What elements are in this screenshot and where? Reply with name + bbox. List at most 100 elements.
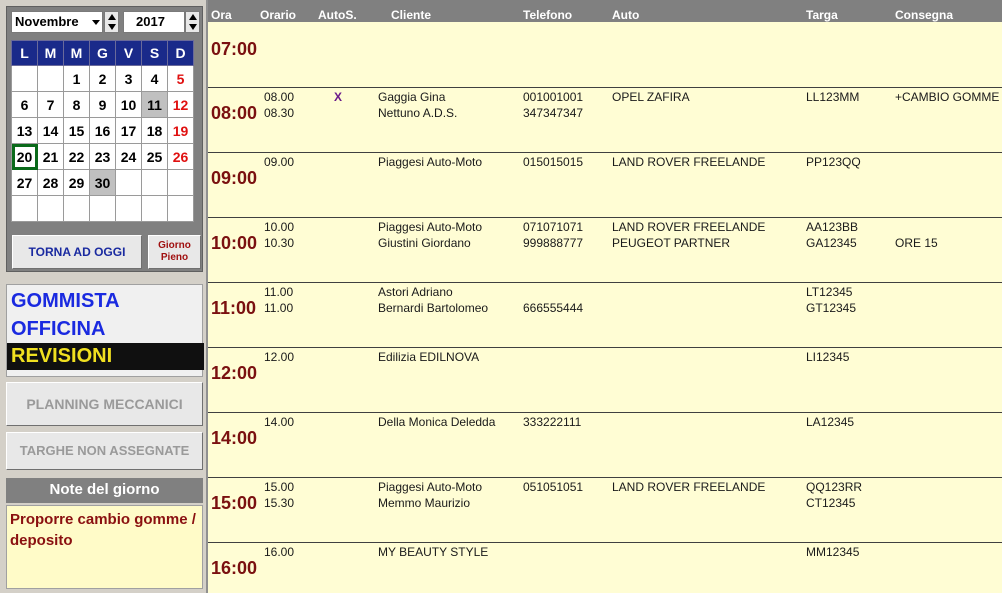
planning-meccanici-button[interactable]: PLANNING MECCANICI [6,382,203,426]
col-telefono[interactable]: Telefono [523,8,572,22]
appointment-targa[interactable]: PP123QQ [806,154,861,170]
calendar-day[interactable]: 5 [167,65,194,92]
appointment-auto[interactable]: LAND ROVER FREELANDE [612,479,765,495]
appointment-telefono[interactable]: 347347347 [523,105,583,121]
time-slot[interactable]: 14:00 14.00 Della Monica Deledda 333222111 L… [208,413,1002,478]
calendar-day[interactable]: 20 [11,143,38,170]
appointment-consegna[interactable]: +CAMBIO GOMME [895,89,999,105]
col-orario[interactable]: Orario [260,8,296,22]
calendar-day[interactable]: 4 [141,65,168,92]
appointment-cliente[interactable]: Della Monica Deledda [378,414,495,430]
calendar-day[interactable]: 11 [141,91,168,118]
appointment-cliente[interactable]: Memmo Maurizio [378,495,470,511]
appointment-cliente[interactable]: Nettuno A.D.S. [378,105,457,121]
appointment-cliente[interactable]: Piaggesi Auto-Moto [378,219,482,235]
appointment-orario[interactable]: 11.00 [264,284,293,300]
calendar-day[interactable]: 1 [63,65,90,92]
calendar-day[interactable]: 18 [141,117,168,144]
appointment-telefono[interactable]: 001001001 [523,89,583,105]
targhe-non-assegnate-button[interactable]: TARGHE NON ASSEGNATE [6,432,203,470]
category-gommista[interactable]: GOMMISTA [7,288,204,315]
appointment-telefono[interactable]: 999888777 [523,235,583,251]
appointment-telefono[interactable]: 333222111 [523,414,581,430]
appointment-targa[interactable]: CT12345 [806,495,855,511]
appointment-orario[interactable]: 08.00 [264,89,294,105]
appointment-targa[interactable]: LA12345 [806,414,854,430]
calendar-day[interactable]: 14 [37,117,64,144]
calendar-day[interactable]: 12 [167,91,194,118]
col-consegna[interactable]: Consegna [895,8,953,22]
calendar-day[interactable]: 6 [11,91,38,118]
appointment-autos[interactable]: X [334,89,342,105]
calendar-day[interactable]: 10 [115,91,142,118]
appointment-targa[interactable]: LI12345 [806,349,849,365]
appointment-orario[interactable]: 10.00 [264,219,294,235]
time-slot[interactable]: 12:00 12.00 Edilizia EDILNOVA LI12345 [208,348,1002,413]
appointment-targa[interactable]: QQ123RR [806,479,862,495]
calendar-day[interactable]: 3 [115,65,142,92]
appointment-cliente[interactable]: MY BEAUTY STYLE [378,544,488,560]
calendar-day[interactable]: 30 [89,169,116,196]
col-ora[interactable]: Ora [211,8,232,22]
calendar-day[interactable]: 27 [11,169,38,196]
full-day-button[interactable]: Giorno Pieno [148,235,201,269]
appointment-cliente[interactable]: Piaggesi Auto-Moto [378,479,482,495]
appointment-cliente[interactable]: Gaggia Gina [378,89,445,105]
calendar-day[interactable]: 29 [63,169,90,196]
appointment-targa[interactable]: LL123MM [806,89,859,105]
appointment-targa[interactable]: LT12345 [806,284,852,300]
appointment-orario[interactable]: 14.00 [264,414,294,430]
appointment-cliente[interactable]: Piaggesi Auto-Moto [378,154,482,170]
appointment-cliente[interactable]: Giustini Giordano [378,235,471,251]
appointment-telefono[interactable]: 015015015 [523,154,583,170]
calendar-day[interactable]: 25 [141,143,168,170]
time-slot[interactable]: 07:00 [208,23,1002,88]
appointment-auto[interactable]: PEUGEOT PARTNER [612,235,730,251]
notes-textarea[interactable]: Proporre cambio gomme / deposito [6,505,203,589]
appointment-orario[interactable]: 09.00 [264,154,294,170]
calendar-day[interactable]: 2 [89,65,116,92]
appointment-auto[interactable]: LAND ROVER FREELANDE [612,219,765,235]
col-autos[interactable]: AutoS. [318,8,357,22]
calendar-day[interactable]: 19 [167,117,194,144]
month-select[interactable]: Novembre [11,11,103,33]
calendar-day[interactable]: 28 [37,169,64,196]
col-auto[interactable]: Auto [612,8,639,22]
appointment-orario[interactable]: 08.30 [264,105,294,121]
appointment-targa[interactable]: GT12345 [806,300,856,316]
calendar-day[interactable]: 23 [89,143,116,170]
year-spinner[interactable] [185,11,200,33]
appointment-auto[interactable]: LAND ROVER FREELANDE [612,154,765,170]
calendar-day[interactable]: 22 [63,143,90,170]
category-officina[interactable]: OFFICINA [7,316,204,343]
calendar-day[interactable]: 17 [115,117,142,144]
appointment-telefono[interactable]: 071071071 [523,219,583,235]
appointment-orario[interactable]: 15.00 [264,479,294,495]
appointment-telefono[interactable]: 666555444 [523,300,583,316]
calendar-day[interactable]: 8 [63,91,90,118]
col-cliente[interactable]: Cliente [391,8,431,22]
appointment-cliente[interactable]: Astori Adriano [378,284,453,300]
calendar-day[interactable]: 26 [167,143,194,170]
category-revisioni[interactable]: REVISIONI [7,343,204,370]
time-slot[interactable]: 08:00 08.00 X Gaggia Gina 001001001 OPEL ZAFI… [208,88,1002,153]
appointment-auto[interactable]: OPEL ZAFIRA [612,89,690,105]
month-spinner[interactable] [104,11,119,33]
appointment-consegna[interactable]: ORE 15 [895,235,938,251]
time-slot[interactable]: 11:00 11.00 Astori Adriano LT12345 11.00 Bern… [208,283,1002,348]
appointment-orario[interactable]: 11.00 [264,300,293,316]
appointment-cliente[interactable]: Edilizia EDILNOVA [378,349,479,365]
appointment-orario[interactable]: 12.00 [264,349,294,365]
appointment-targa[interactable]: MM12345 [806,544,859,560]
time-slot[interactable]: 09:00 09.00 Piaggesi Auto-Moto 015015015 LAN… [208,153,1002,218]
year-field[interactable]: 2017 [123,11,185,33]
appointment-orario[interactable]: 15.30 [264,495,294,511]
appointment-targa[interactable]: AA123BB [806,219,858,235]
appointment-targa[interactable]: GA12345 [806,235,857,251]
time-slot[interactable]: 16:00 16.00 MY BEAUTY STYLE MM12345 [208,543,1002,593]
calendar-day[interactable]: 24 [115,143,142,170]
col-targa[interactable]: Targa [806,8,838,22]
appointment-orario[interactable]: 16.00 [264,544,294,560]
calendar-day[interactable]: 9 [89,91,116,118]
calendar-day[interactable]: 7 [37,91,64,118]
